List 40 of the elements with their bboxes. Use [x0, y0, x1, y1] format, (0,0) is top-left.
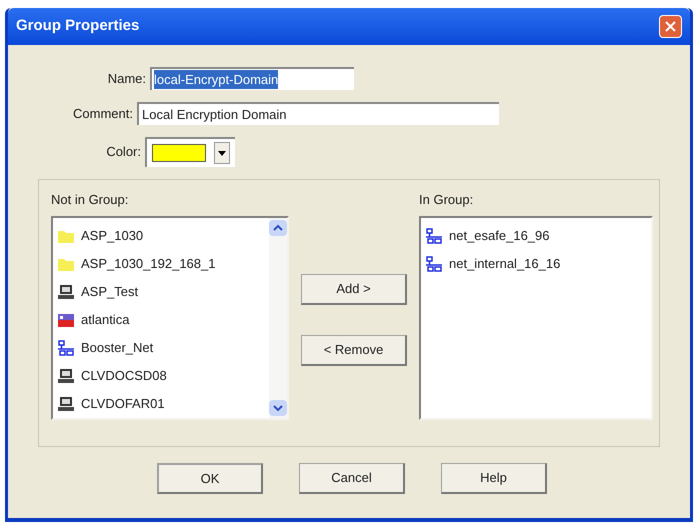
computer-icon	[57, 284, 75, 300]
network-icon	[57, 340, 75, 356]
close-icon	[665, 21, 676, 32]
list-label: In Group:	[419, 191, 474, 209]
list-item[interactable]: atlantica	[81, 310, 130, 330]
list-item[interactable]: ASP_Test	[81, 282, 138, 302]
list-box[interactable]: ASP_1030 ASP_1030_192_168_1 ASP_Test atlantica Booster_Net CLVDOCSD08 CLVDOFAR01	[51, 216, 289, 420]
list-item[interactable]: CLVDOFAR01	[81, 394, 165, 414]
list-box[interactable]: net_esafe_16_96 net_internal_16_16	[419, 216, 653, 420]
move-button[interactable]: < Remove	[301, 335, 407, 366]
window-title: Group Properties	[16, 16, 140, 36]
dialog-button[interactable]: Help	[441, 463, 547, 494]
gateway-icon	[57, 312, 75, 328]
list-label: Not in Group:	[51, 191, 130, 209]
field-label: Name:	[106, 70, 147, 88]
scrollbar[interactable]	[269, 218, 287, 418]
computer-icon	[57, 396, 75, 412]
field-value: Local Encryption Domain	[142, 106, 287, 124]
comment-field[interactable]: Local Encryption Domain	[137, 102, 499, 125]
close-button[interactable]	[659, 15, 682, 38]
list-item[interactable]: net_esafe_16_96	[449, 226, 550, 246]
computer-icon	[57, 368, 75, 384]
list-item[interactable]: ASP_1030_192_168_1	[81, 254, 216, 274]
network-icon	[425, 256, 443, 272]
network-icon	[425, 228, 443, 244]
list-item[interactable]: ASP_1030	[81, 226, 144, 246]
move-button[interactable]: Add >	[301, 274, 407, 305]
list-item[interactable]: CLVDOCSD08	[81, 366, 167, 386]
dialog-button[interactable]: Cancel	[299, 463, 405, 494]
scroll-up-icon[interactable]	[269, 220, 287, 236]
field-label: Comment:	[72, 104, 134, 123]
list-item[interactable]: Booster_Net	[81, 338, 154, 358]
dropdown-icon[interactable]	[214, 142, 230, 164]
field-value: local-Encrypt-Domain	[154, 70, 278, 90]
field-label: Color:	[105, 143, 142, 162]
scroll-down-icon[interactable]	[269, 400, 287, 416]
name-field[interactable]: local-Encrypt-Domain	[150, 67, 354, 90]
dialog-button[interactable]: OK	[157, 463, 263, 494]
list-item[interactable]: net_internal_16_16	[449, 254, 560, 274]
color-picker[interactable]	[145, 137, 235, 167]
